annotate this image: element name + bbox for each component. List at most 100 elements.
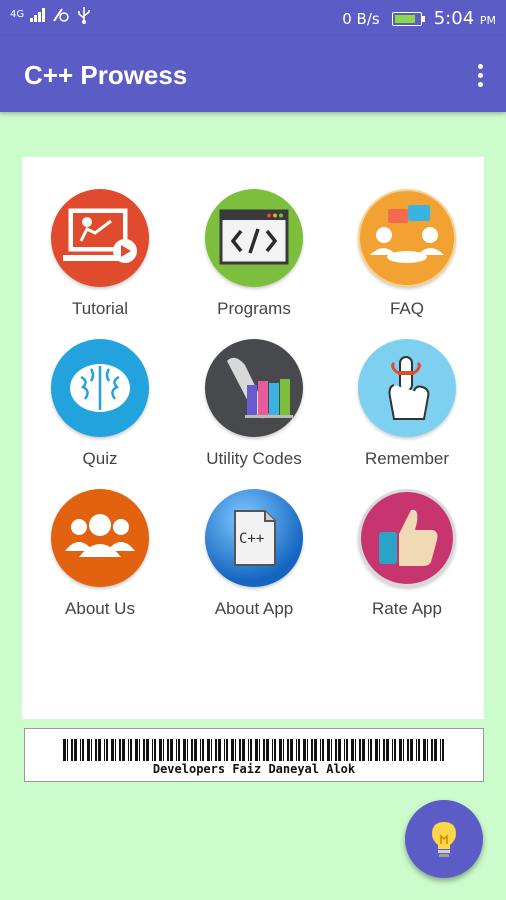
barcode-bar xyxy=(248,739,249,761)
barcode-bar xyxy=(63,739,66,761)
barcode-bar xyxy=(303,739,306,761)
barcode-bar xyxy=(434,739,437,761)
barcode-bar xyxy=(215,739,217,761)
barcode-bar xyxy=(207,739,210,761)
barcode-bar xyxy=(154,739,156,761)
barcode-bar xyxy=(82,739,84,761)
barcode-bar xyxy=(98,739,101,761)
barcode-bar xyxy=(159,739,162,761)
barcode-bar xyxy=(272,739,273,761)
barcode-bar xyxy=(410,739,413,761)
barcode-bar xyxy=(335,739,337,761)
barcode-bar xyxy=(418,739,420,761)
barcode-bar xyxy=(106,739,108,761)
developer-banner: Developers Faiz Daneyal Alok xyxy=(24,728,484,782)
tile-label: Tutorial xyxy=(71,299,129,318)
barcode-bar xyxy=(407,739,409,761)
usb-icon xyxy=(78,7,90,24)
tile-rate-app[interactable]: Rate App xyxy=(337,489,477,639)
barcode-bar xyxy=(370,739,372,761)
barcode-bar xyxy=(231,739,234,761)
tile-utility-codes[interactable]: Utility Codes xyxy=(184,339,324,489)
tile-quiz[interactable]: Quiz xyxy=(30,339,170,489)
barcode-bar xyxy=(235,739,236,761)
tile-programs[interactable]: Programs xyxy=(184,189,324,339)
network-type: 4G xyxy=(10,9,25,20)
barcode-bar xyxy=(346,739,348,761)
barcode-bar xyxy=(259,739,260,761)
barcode-bar xyxy=(274,739,276,761)
barcode-bar xyxy=(266,739,269,761)
barcode-bar xyxy=(331,739,332,761)
barcode-bar xyxy=(314,739,317,761)
tile-label: About App xyxy=(214,599,294,618)
lightbulb-fab[interactable] xyxy=(405,800,483,878)
status-right: 0 B/s 5:04 PM xyxy=(342,8,496,29)
barcode-bar xyxy=(183,739,186,761)
discussion-icon xyxy=(358,189,456,287)
barcode-bar xyxy=(122,739,125,761)
tile-about-app[interactable]: C++ About App xyxy=(184,489,324,639)
overflow-menu-icon[interactable] xyxy=(468,58,492,92)
barcode-bar xyxy=(351,739,354,761)
clock: 5:04 PM xyxy=(434,8,496,29)
menu-grid: Tutorial Programs FAQ Quiz Utility Codes… xyxy=(22,157,484,719)
barcode-bar xyxy=(375,739,378,761)
barcode-bar xyxy=(287,739,289,761)
barcode-bar xyxy=(427,739,428,761)
no-sim-icon xyxy=(53,8,69,22)
barcode-bar xyxy=(338,739,341,761)
barcode-bar xyxy=(392,739,393,761)
tile-label: Quiz xyxy=(82,449,118,468)
barcode-bar xyxy=(115,739,116,761)
barcode-bar xyxy=(296,739,297,761)
barcode-bar xyxy=(399,739,402,761)
barcode-bar xyxy=(442,739,444,761)
barcode-bar xyxy=(416,739,417,761)
barcode-bar xyxy=(307,739,308,761)
barcode-bar xyxy=(242,739,245,761)
app-bar: C++ Prowess xyxy=(0,36,506,112)
tile-faq[interactable]: FAQ xyxy=(337,189,477,339)
barcode-bar xyxy=(255,739,258,761)
barcode-bar xyxy=(211,739,212,761)
tile-label: Utility Codes xyxy=(206,449,302,468)
barcode-bar xyxy=(322,739,324,761)
team-icon xyxy=(51,489,149,587)
tile-label: About Us xyxy=(65,599,135,618)
signal-icon xyxy=(30,8,46,22)
barcode-bar xyxy=(135,739,138,761)
barcode-bar xyxy=(226,739,228,761)
barcode-bar xyxy=(152,739,153,761)
tile-label: Programs xyxy=(217,299,291,318)
barcode-bar xyxy=(239,739,241,761)
barcode-bar xyxy=(344,739,345,761)
app-title: C++ Prowess xyxy=(24,60,188,90)
barcode-bar xyxy=(383,739,385,761)
barcode-bar xyxy=(250,739,252,761)
tile-tutorial[interactable]: Tutorial xyxy=(30,189,170,339)
barcode-bar xyxy=(311,739,313,761)
barcode-bar xyxy=(128,739,129,761)
barcode-bar xyxy=(111,739,114,761)
barcode-bar xyxy=(263,739,265,761)
barcode-bar xyxy=(423,739,426,761)
tile-remember[interactable]: Remember xyxy=(337,339,477,489)
barcode-bar xyxy=(394,739,396,761)
tile-label: Remember xyxy=(364,449,450,468)
barcode-bar xyxy=(355,739,356,761)
battery-fill xyxy=(394,14,416,23)
barcode-bar xyxy=(290,739,293,761)
barcode-bar xyxy=(139,739,140,761)
barcode-bar xyxy=(431,739,433,761)
svg-text:C++: C++ xyxy=(239,531,264,547)
barcode-bar xyxy=(146,739,149,761)
barcode-bar xyxy=(200,739,201,761)
barcode-bar xyxy=(403,739,404,761)
barcode-bar xyxy=(362,739,365,761)
tile-about-us[interactable]: About Us xyxy=(30,489,170,639)
barcode-bar xyxy=(91,739,92,761)
barcode-bar xyxy=(191,739,193,761)
tile-label: Rate App xyxy=(372,599,442,618)
barcode-bar xyxy=(176,739,177,761)
